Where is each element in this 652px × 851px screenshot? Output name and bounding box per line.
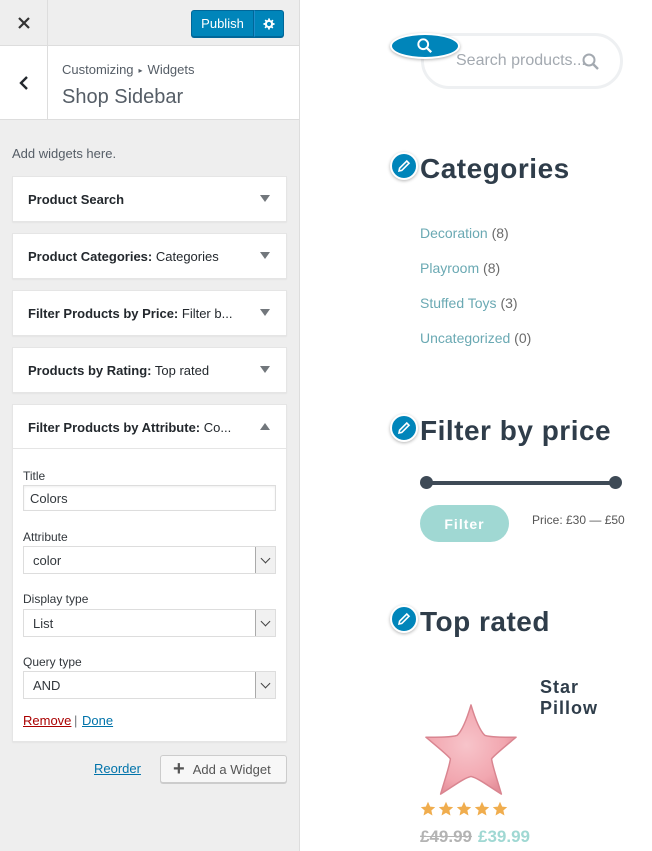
category-count: (3) — [500, 295, 518, 311]
attribute-select[interactable]: color — [23, 546, 276, 574]
widget-title: Filter Products by Attribute: Co... — [28, 420, 232, 435]
widget-filter-by-price: Filter Products by Price: Filter b... — [12, 290, 287, 336]
category-count: (8) — [483, 260, 501, 276]
site-preview: Search products... Categories Decoration… — [300, 0, 652, 851]
publish-settings-button[interactable] — [254, 10, 284, 37]
star-icon — [474, 801, 490, 816]
star-icon — [420, 801, 436, 816]
close-icon — [17, 17, 30, 29]
chevron-left-icon — [18, 75, 28, 90]
widget-products-by-rating: Products by Rating: Top rated — [12, 347, 287, 393]
close-customizer-button[interactable] — [0, 0, 48, 46]
display-type-select[interactable]: List — [23, 609, 276, 637]
widget-title: Product Search — [28, 192, 125, 207]
section-header: Customizing ▸ Widgets Shop Sidebar — [0, 46, 299, 120]
triangle-down-icon[interactable] — [260, 309, 270, 316]
breadcrumb: Customizing ▸ Widgets — [62, 62, 195, 77]
search-icon[interactable] — [582, 53, 600, 71]
add-widget-label: Add a Widget — [192, 761, 271, 777]
star-icon — [438, 801, 454, 816]
pencil-icon — [397, 159, 411, 173]
edit-categories-widget-shortcut[interactable] — [390, 152, 418, 180]
link-separator: | — [74, 713, 78, 728]
widget-product-categories: Product Categories: Categories — [12, 233, 287, 279]
product-name[interactable]: Star Pillow — [540, 677, 630, 719]
section-title: Shop Sidebar — [62, 86, 184, 108]
product-old-price: £49.99 — [420, 827, 472, 846]
category-item: Playroom (8) — [420, 260, 500, 276]
widget-title: Product Categories: Categories — [28, 249, 219, 264]
category-item: Uncategorized (0) — [420, 330, 531, 346]
panel-description: Add widgets here. — [12, 146, 117, 161]
gear-icon — [263, 17, 275, 30]
customizer-panel: Publish Customizing ▸ Widgets Shop Sidebar… — [0, 0, 300, 851]
widget-header[interactable]: Filter Products by Price: Filter b... — [13, 291, 286, 335]
star-icon — [456, 801, 472, 816]
search-placeholder: Search products... — [456, 52, 586, 69]
breadcrumb-root: Customizing — [62, 62, 134, 77]
query-type-select[interactable]: AND — [23, 671, 276, 699]
category-item: Stuffed Toys (3) — [420, 295, 518, 311]
title-label: Title — [23, 469, 46, 483]
triangle-up-icon[interactable] — [260, 423, 270, 430]
add-widget-button[interactable]: + Add a Widget — [160, 755, 287, 783]
top-rated-heading: Top rated — [420, 606, 550, 637]
widget-header[interactable]: Filter Products by Attribute: Co... — [13, 405, 286, 449]
categories-heading: Categories — [420, 153, 570, 184]
category-count: (0) — [514, 330, 532, 346]
widget-product-search: Product Search — [12, 176, 287, 222]
attribute-label: Attribute — [23, 530, 68, 544]
widget-filter-by-attribute: Filter Products by Attribute: Co... Titl… — [12, 404, 287, 742]
pencil-icon — [397, 612, 411, 626]
chevron-down-icon — [255, 672, 275, 698]
widget-title: Filter Products by Price: Filter b... — [28, 306, 233, 321]
customizer-topbar: Publish — [0, 0, 299, 46]
category-link[interactable]: Stuffed Toys — [420, 295, 497, 311]
breadcrumb-parent: Widgets — [147, 62, 195, 77]
edit-price-widget-shortcut[interactable] — [390, 414, 418, 442]
product-sale-price: £39.99 — [478, 827, 530, 846]
widget-header[interactable]: Product Categories: Categories — [13, 234, 286, 278]
widget-header[interactable]: Product Search — [13, 177, 286, 221]
triangle-down-icon[interactable] — [260, 366, 270, 373]
query-type-select-value: AND — [33, 678, 61, 693]
search-icon — [417, 38, 433, 54]
pencil-icon — [397, 421, 411, 435]
triangle-down-icon[interactable] — [260, 252, 270, 259]
widget-header[interactable]: Products by Rating: Top rated — [13, 348, 286, 392]
price-filter-heading: Filter by price — [420, 415, 612, 446]
product-rating — [420, 801, 508, 817]
category-link[interactable]: Playroom — [420, 260, 479, 276]
star-pillow-image[interactable] — [422, 700, 520, 798]
chevron-down-icon — [255, 610, 275, 636]
query-type-label: Query type — [23, 655, 82, 669]
reorder-link[interactable]: Reorder — [94, 761, 141, 776]
category-link[interactable]: Decoration — [420, 225, 488, 241]
star-icon — [492, 801, 508, 816]
triangle-down-icon[interactable] — [260, 195, 270, 202]
chevron-down-icon — [255, 547, 275, 573]
attribute-select-value: color — [33, 553, 62, 568]
price-slider-track[interactable] — [426, 481, 616, 485]
title-input[interactable]: Colors — [23, 485, 276, 511]
filter-button[interactable]: Filter — [420, 505, 509, 542]
price-slider-max-handle[interactable] — [609, 476, 622, 489]
widget-title: Products by Rating: Top rated — [28, 363, 210, 378]
price-slider-min-handle[interactable] — [420, 476, 433, 489]
remove-widget-link[interactable]: Remove — [23, 713, 71, 728]
back-button[interactable] — [0, 46, 48, 119]
display-type-label: Display type — [23, 592, 89, 606]
category-item: Decoration (8) — [420, 225, 509, 241]
edit-top-rated-widget-shortcut[interactable] — [390, 605, 418, 633]
breadcrumb-separator: ▸ — [138, 66, 143, 75]
publish-button[interactable]: Publish — [191, 10, 254, 37]
done-link[interactable]: Done — [82, 713, 113, 728]
category-count: (8) — [491, 225, 509, 241]
category-link[interactable]: Uncategorized — [420, 330, 510, 346]
edit-search-widget-shortcut[interactable] — [390, 33, 460, 59]
price-range-label: Price: £30 — £50 — [532, 513, 625, 527]
plus-icon: + — [173, 758, 185, 780]
display-type-select-value: List — [33, 616, 54, 631]
